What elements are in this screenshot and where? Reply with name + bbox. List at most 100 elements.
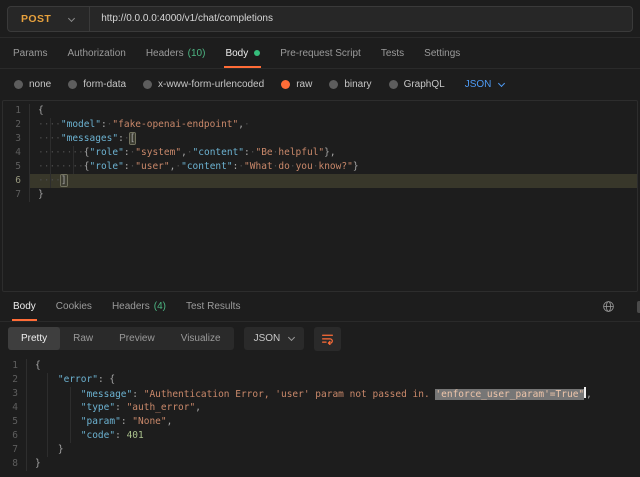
- line-number: 6: [0, 429, 27, 443]
- view-pretty[interactable]: Pretty: [8, 327, 60, 350]
- url-input[interactable]: http://0.0.0.0:4000/v1/chat/completions: [101, 13, 273, 24]
- chevron-down-icon[interactable]: [68, 15, 75, 22]
- line-number: 5: [3, 160, 30, 174]
- tab-label: Test Results: [186, 301, 240, 312]
- body-mode-none[interactable]: none: [14, 79, 51, 90]
- tab-label: Params: [13, 48, 47, 59]
- tab-label: Tests: [381, 48, 404, 59]
- tab-label: Pre-request Script: [280, 48, 361, 59]
- line-content: "message": "Authentication Error, 'user'…: [27, 387, 640, 401]
- view-preview[interactable]: Preview: [106, 327, 168, 350]
- chevron-down-icon: [498, 79, 505, 86]
- body-mode-x-www-form-urlencoded[interactable]: x-www-form-urlencoded: [143, 79, 264, 90]
- code-line[interactable]: 4 "type": "auth_error",: [0, 401, 640, 415]
- wrap-text-button[interactable]: [314, 327, 341, 351]
- line-content: ····"model":·"fake-openai-endpoint",·: [30, 118, 637, 132]
- view-switch: PrettyRawPreviewVisualize: [8, 327, 234, 350]
- tab-params[interactable]: Params: [3, 38, 57, 68]
- url-box: POST http://0.0.0.0:4000/v1/chat/complet…: [7, 6, 633, 32]
- code-line[interactable]: 3····"messages":·[: [3, 132, 637, 146]
- radio-icon: [389, 80, 398, 89]
- chevron-down-icon: [288, 333, 295, 340]
- line-content: }: [27, 443, 640, 457]
- tab-label: Headers: [112, 301, 150, 312]
- body-mode-raw[interactable]: raw: [281, 79, 312, 90]
- request-format-label: JSON: [465, 79, 492, 90]
- tab-label: Body: [13, 301, 36, 312]
- request-format-dropdown[interactable]: JSON: [465, 79, 505, 90]
- response-format-label: JSON: [254, 333, 281, 344]
- request-body-editor[interactable]: 1{2····"model":·"fake-openai-endpoint",·…: [2, 100, 638, 292]
- indent-guide: [47, 373, 48, 457]
- body-mode-graphql[interactable]: GraphQL: [389, 79, 445, 90]
- tab-pre-request-script[interactable]: Pre-request Script: [270, 38, 371, 68]
- response-tabs: Body Cookies Headers (4) Test Results: [0, 292, 640, 322]
- line-content: ········{"role":·"user",·"content":·"Wha…: [30, 160, 637, 174]
- radio-icon: [143, 80, 152, 89]
- code-line[interactable]: 5 "param": "None",: [0, 415, 640, 429]
- method-selector[interactable]: POST: [8, 13, 57, 25]
- view-visualize[interactable]: Visualize: [168, 327, 234, 350]
- body-mode-label: raw: [296, 79, 312, 90]
- request-tabs: Params AuthorizationHeaders(10) Body Pre-re…: [0, 38, 640, 69]
- code-line[interactable]: 7 }: [0, 443, 640, 457]
- radio-icon: [68, 80, 77, 89]
- line-number: 4: [3, 146, 30, 160]
- tab-tests[interactable]: Tests: [371, 38, 414, 68]
- tab-count-badge: (10): [188, 48, 206, 59]
- body-mode-label: form-data: [83, 79, 126, 90]
- code-line[interactable]: 6····]: [3, 174, 637, 188]
- line-number: 3: [3, 132, 30, 146]
- response-tab-body[interactable]: Body: [3, 292, 46, 321]
- code-line[interactable]: 4········{"role":·"system",·"content":·"…: [3, 146, 637, 160]
- line-number: 6: [3, 174, 30, 188]
- line-number: 5: [0, 415, 27, 429]
- line-content: ········{"role":·"system",·"content":·"B…: [30, 146, 637, 160]
- line-number: 7: [3, 188, 30, 202]
- code-line[interactable]: 2····"model":·"fake-openai-endpoint",·: [3, 118, 637, 132]
- request-bar: POST http://0.0.0.0:4000/v1/chat/complet…: [0, 0, 640, 38]
- tab-body[interactable]: Body: [215, 38, 270, 68]
- body-mode-label: GraphQL: [404, 79, 445, 90]
- code-line[interactable]: 1{: [3, 104, 637, 118]
- code-line[interactable]: 6 "code": 401: [0, 429, 640, 443]
- unsaved-dot-icon: [254, 50, 260, 56]
- response-tab-cookies[interactable]: Cookies: [46, 292, 102, 321]
- line-content: }: [27, 457, 640, 471]
- code-line[interactable]: 2 "error": {: [0, 373, 640, 387]
- response-body-editor[interactable]: 1{2 "error": {3 "message": "Authenticati…: [0, 355, 640, 477]
- line-content: }: [30, 188, 637, 202]
- tab-headers[interactable]: Headers(10): [136, 38, 216, 68]
- globe-icon[interactable]: [602, 300, 615, 313]
- tab-count-badge: (4): [154, 301, 166, 312]
- line-number: 3: [0, 387, 27, 401]
- divider: [89, 6, 90, 32]
- radio-icon: [329, 80, 338, 89]
- indent-guide: [50, 118, 51, 188]
- response-toolbar: PrettyRawPreviewVisualize JSON: [0, 322, 640, 355]
- body-mode-label: x-www-form-urlencoded: [158, 79, 264, 90]
- response-format-dropdown[interactable]: JSON: [244, 327, 305, 350]
- radio-icon: [281, 80, 290, 89]
- tab-settings[interactable]: Settings: [414, 38, 470, 68]
- view-raw[interactable]: Raw: [60, 327, 106, 350]
- code-line[interactable]: 1{: [0, 359, 640, 373]
- body-mode-binary[interactable]: binary: [329, 79, 371, 90]
- body-mode-form-data[interactable]: form-data: [68, 79, 126, 90]
- line-content: "type": "auth_error",: [27, 401, 640, 415]
- code-line[interactable]: 5········{"role":·"user",·"content":·"Wh…: [3, 160, 637, 174]
- indent-guide: [73, 146, 74, 174]
- line-content: "code": 401: [27, 429, 640, 443]
- body-mode-label: binary: [344, 79, 371, 90]
- code-line[interactable]: 8}: [0, 457, 640, 471]
- response-tab-headers[interactable]: Headers (4): [102, 292, 176, 321]
- line-content: {: [30, 104, 637, 118]
- line-number: 4: [0, 401, 27, 415]
- response-tab-test-results[interactable]: Test Results: [176, 292, 250, 321]
- tab-label: Body: [225, 48, 248, 59]
- tab-label: Settings: [424, 48, 460, 59]
- code-line[interactable]: 3 "message": "Authentication Error, 'use…: [0, 387, 640, 401]
- line-content: ····"messages":·[: [30, 132, 637, 146]
- code-line[interactable]: 7}: [3, 188, 637, 202]
- tab-authorization[interactable]: Authorization: [57, 38, 135, 68]
